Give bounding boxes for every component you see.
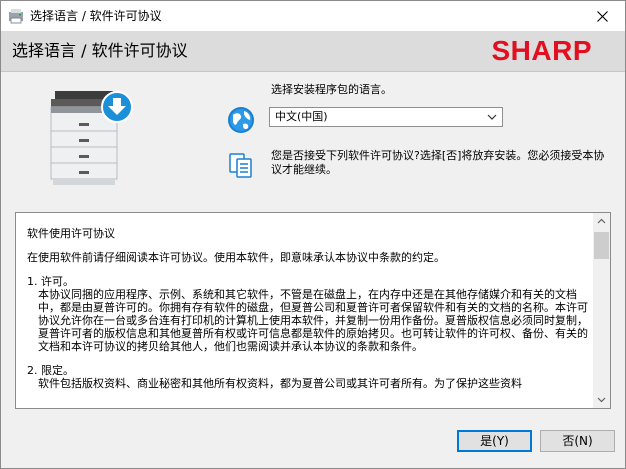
scrollbar-thumb[interactable] bbox=[594, 232, 609, 259]
license-scrollbar[interactable] bbox=[593, 213, 610, 408]
license-section-body: 软件包括版权资料、商业秘密和其他所有权资料，都为夏普公司或其许可者所有。为了保护… bbox=[38, 377, 522, 390]
sharp-logo: SHARP bbox=[491, 35, 592, 66]
license-section-heading: 1. 许可。 bbox=[27, 275, 74, 288]
close-icon bbox=[596, 10, 608, 22]
header-banner: 选择语言 / 软件许可协议 SHARP bbox=[1, 31, 625, 72]
installer-window: 选择语言 / 软件许可协议 选择语言 / 软件许可协议 SHARP 选择安装程序… bbox=[0, 0, 626, 469]
language-prompt: 选择安装程序包的语言。 bbox=[271, 83, 392, 96]
license-section-body: 本协议同捆的应用程序、示例、系统和其它软件，不管是在磁盘上，在内存中还是在其他存… bbox=[38, 288, 588, 353]
license-document-icon bbox=[229, 153, 252, 178]
scroll-down-arrow-icon[interactable] bbox=[593, 391, 610, 408]
globe-icon bbox=[228, 107, 254, 133]
close-button[interactable] bbox=[579, 1, 625, 31]
printer-download-icon bbox=[50, 91, 133, 185]
license-content: 软件使用许可协议 在使用软件前请仔细阅读本许可协议。使用本软件，即意味承认本协议… bbox=[27, 227, 589, 401]
license-intro: 在使用软件前请仔细阅读本许可协议。使用本软件，即意味承认本协议中条款的约定。 bbox=[27, 251, 445, 264]
license-section-heading: 2. 限定。 bbox=[27, 364, 74, 377]
chevron-down-icon bbox=[487, 114, 497, 120]
scroll-up-arrow-icon[interactable] bbox=[593, 213, 610, 230]
license-text-area[interactable]: 软件使用许可协议 在使用软件前请仔细阅读本许可协议。使用本软件，即意味承认本协议… bbox=[15, 212, 611, 409]
title-bar: 选择语言 / 软件许可协议 bbox=[1, 1, 625, 31]
language-select-value: 中文(中国) bbox=[275, 110, 328, 123]
no-button[interactable]: 否(N) bbox=[540, 430, 615, 452]
installer-app-icon bbox=[9, 9, 23, 24]
yes-button[interactable]: 是(Y) bbox=[457, 430, 532, 452]
agreement-prompt: 您是否接受下列软件许可协议?选择[否]将放弃安装。您必须接受本协议才能继续。 bbox=[271, 149, 605, 176]
window-title: 选择语言 / 软件许可协议 bbox=[30, 9, 162, 23]
page-title: 选择语言 / 软件许可协议 bbox=[12, 41, 188, 60]
language-select[interactable]: 中文(中国) bbox=[269, 107, 503, 127]
license-title: 软件使用许可协议 bbox=[27, 227, 115, 240]
